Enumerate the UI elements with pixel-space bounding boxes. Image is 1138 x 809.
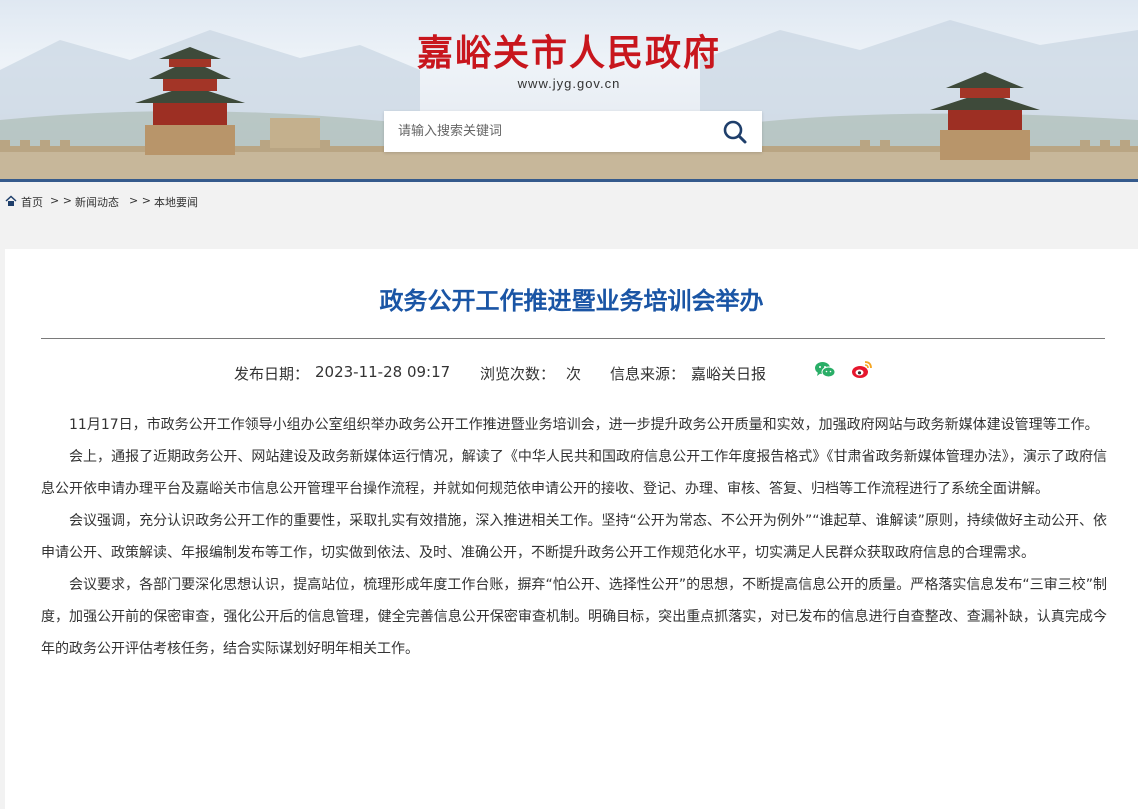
breadcrumb-separator: > > bbox=[129, 194, 151, 207]
article-body: 11月17日，市政务公开工作领导小组办公室组织举办政务公开工作推进暨业务培训会，… bbox=[41, 409, 1107, 665]
article-paragraph: 会议要求，各部门要深化思想认识，提高站位，梳理形成年度工作台账，摒弃“怕公开、选… bbox=[41, 577, 1107, 657]
search-icon[interactable] bbox=[722, 119, 748, 145]
site-url: www.jyg.gov.cn bbox=[517, 76, 621, 91]
breadcrumb-item-home[interactable]: 首页 bbox=[21, 194, 43, 210]
publish-date-label: 发布日期： bbox=[234, 365, 310, 383]
search-box bbox=[384, 111, 762, 152]
wechat-icon[interactable] bbox=[814, 359, 836, 381]
views-count: 次 bbox=[566, 365, 582, 383]
publish-date: 2023-11-28 09:17 bbox=[315, 363, 451, 381]
breadcrumb-item-local-news[interactable]: 本地要闻 bbox=[154, 194, 198, 210]
article-title: 政务公开工作推进暨业务培训会举办 bbox=[379, 287, 764, 315]
weibo-icon[interactable] bbox=[851, 359, 873, 381]
site-header: 嘉峪关市人民政府 www.jyg.gov.cn bbox=[0, 0, 1138, 180]
search-input[interactable] bbox=[384, 111, 704, 152]
article-panel: 政务公开工作推进暨业务培训会举办 发布日期： 2023-11-28 09:17 … bbox=[5, 249, 1138, 809]
source-label: 信息来源： bbox=[610, 365, 686, 383]
breadcrumb: 首页 > > 新闻动态 > > 本地要闻 bbox=[0, 182, 1138, 220]
article-paragraph: 会议强调，充分认识政务公开工作的重要性，采取扎实有效措施，深入推进相关工作。坚持… bbox=[41, 513, 1107, 561]
breadcrumb-item-news[interactable]: 新闻动态 bbox=[75, 194, 119, 210]
site-title: 嘉峪关市人民政府 bbox=[416, 32, 721, 74]
breadcrumb-separator: > > bbox=[50, 194, 72, 207]
source-value: 嘉峪关日报 bbox=[691, 365, 767, 383]
title-divider bbox=[41, 338, 1105, 339]
home-icon bbox=[5, 195, 17, 206]
article-paragraph: 11月17日，市政务公开工作领导小组办公室组织举办政务公开工作推进暨业务培训会，… bbox=[69, 417, 1099, 433]
views-label: 浏览次数： bbox=[480, 365, 556, 383]
article-paragraph: 会上，通报了近期政务公开、网站建设及政务新媒体运行情况，解读了《中华人民共和国政… bbox=[41, 449, 1107, 497]
